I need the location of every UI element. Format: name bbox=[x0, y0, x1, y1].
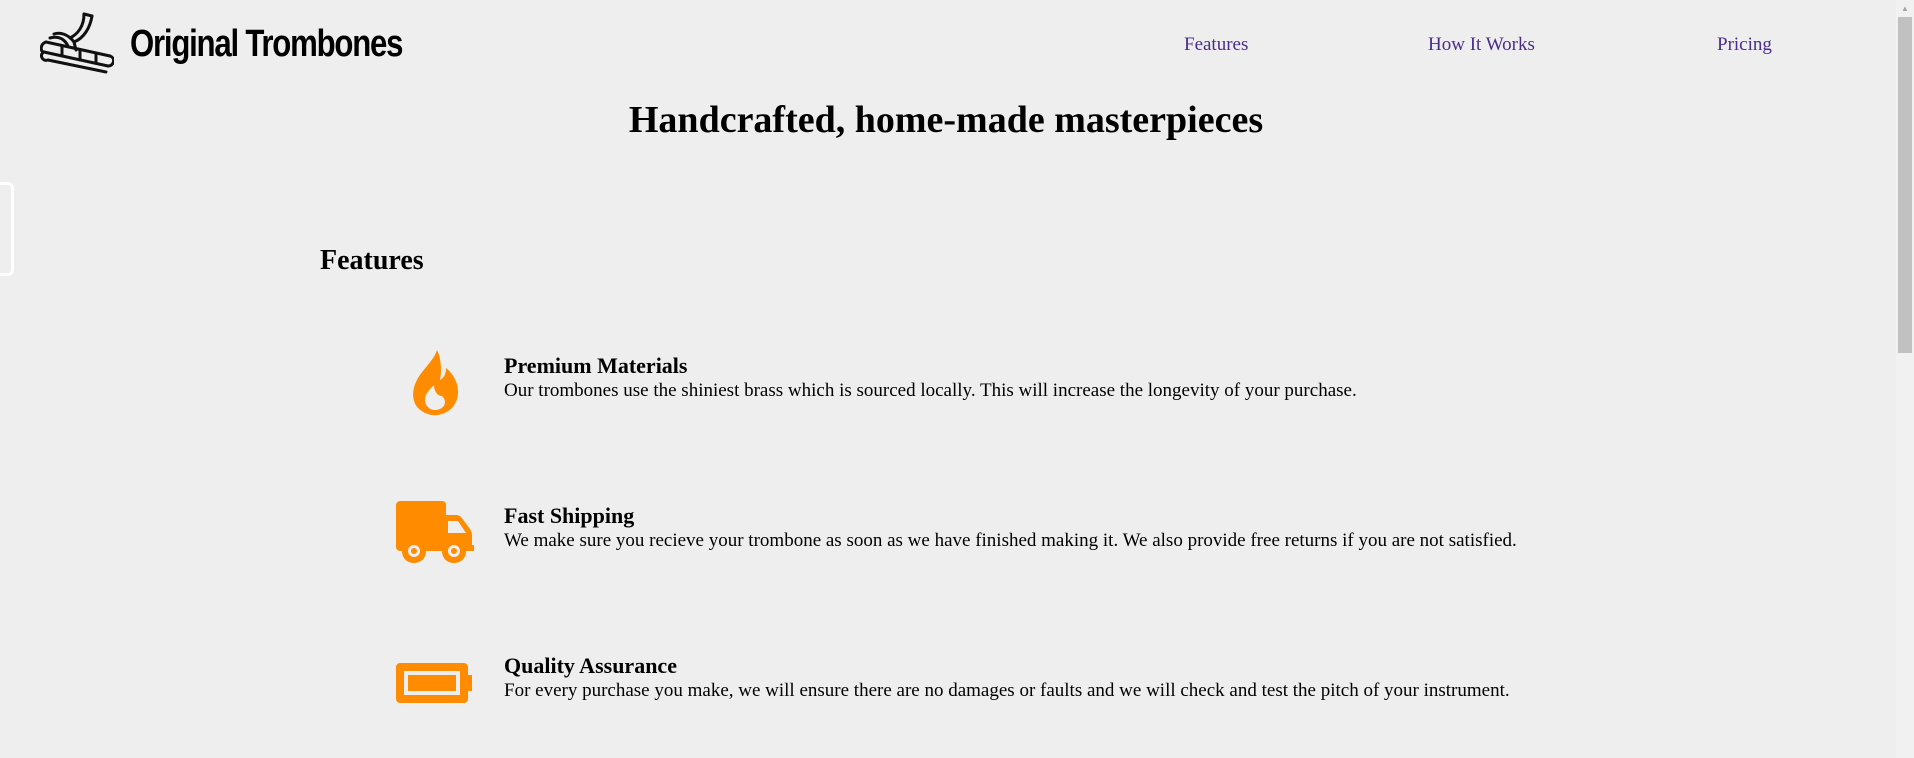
nav-link-features[interactable]: Features bbox=[1184, 34, 1248, 56]
battery-icon bbox=[390, 643, 480, 723]
feature-description: For every purchase you make, we will ens… bbox=[504, 680, 1510, 701]
feature-text: Premium Materials Our trombones use the … bbox=[504, 353, 1357, 403]
feature-item: Fast Shipping We make sure you recieve y… bbox=[390, 493, 1690, 583]
page: Original Trombones Features How It Works… bbox=[0, 0, 1914, 758]
feature-item: Premium Materials Our trombones use the … bbox=[390, 343, 1690, 433]
feature-title: Quality Assurance bbox=[504, 653, 677, 678]
feature-description: Our trombones use the shiniest brass whi… bbox=[504, 380, 1357, 401]
feature-title: Premium Materials bbox=[504, 353, 688, 378]
site-header: Original Trombones Features How It Works… bbox=[0, 0, 1896, 95]
hero-title: Handcrafted, home-made masterpieces bbox=[628, 99, 1264, 141]
scroll-up-arrow-icon[interactable]: ▲ bbox=[1896, 0, 1914, 17]
feature-text: Quality Assurance For every purchase you… bbox=[504, 653, 1510, 703]
fire-icon bbox=[390, 343, 480, 423]
truck-icon bbox=[390, 493, 480, 573]
features-heading: Features bbox=[320, 245, 424, 276]
main-nav: Features How It Works Pricing bbox=[0, 34, 1896, 64]
nav-link-pricing[interactable]: Pricing bbox=[1717, 34, 1772, 56]
feature-item: Quality Assurance For every purchase you… bbox=[390, 643, 1690, 733]
feature-description: We make sure you recieve your trombone a… bbox=[504, 530, 1517, 551]
side-tab[interactable] bbox=[0, 182, 14, 276]
vertical-scrollbar[interactable]: ▲ bbox=[1896, 0, 1914, 758]
nav-link-how-it-works[interactable]: How It Works bbox=[1428, 34, 1535, 56]
feature-text: Fast Shipping We make sure you recieve y… bbox=[504, 503, 1517, 553]
feature-title: Fast Shipping bbox=[504, 503, 635, 528]
scrollbar-thumb[interactable] bbox=[1898, 17, 1912, 353]
